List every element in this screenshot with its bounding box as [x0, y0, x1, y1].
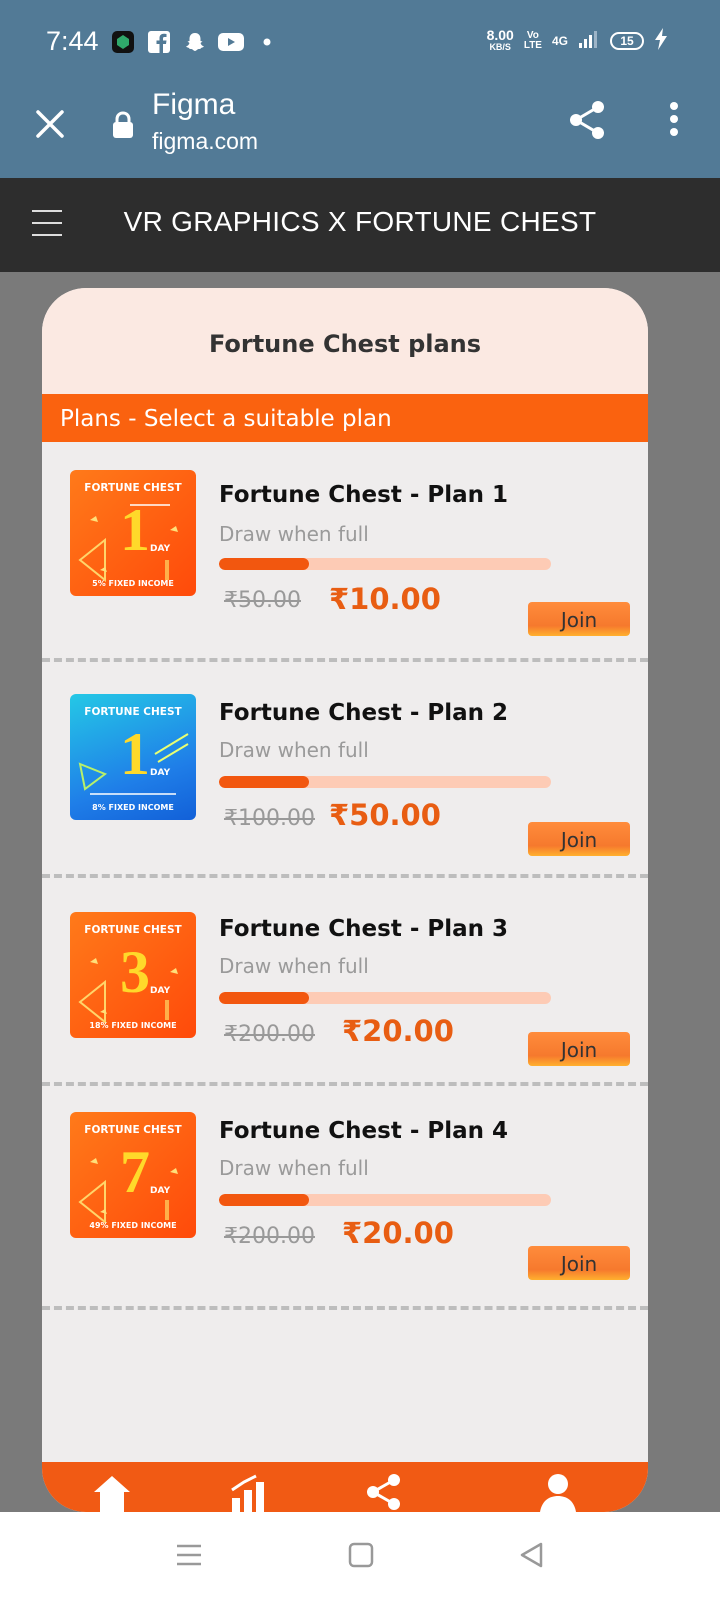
- plans-banner: Plans - Select a suitable plan: [42, 394, 648, 442]
- more-options-icon[interactable]: [660, 98, 688, 142]
- notification-icons: [110, 30, 280, 54]
- plan-progress-bar: [219, 558, 551, 570]
- plan-thumbnail: FORTUNE CHEST 1 DAY 5% FIXED INCOME: [70, 470, 196, 596]
- plan-old-price: ₹200.00: [224, 1022, 315, 1047]
- plan-new-price: ₹20.00: [342, 1014, 454, 1048]
- plan-subtitle: Draw when full: [219, 522, 369, 546]
- system-nav-bar: [0, 1512, 720, 1600]
- plan-name: Fortune Chest - Plan 4: [219, 1118, 509, 1144]
- app-icon: [110, 30, 136, 54]
- charging-icon: [654, 28, 668, 53]
- lock-icon: [110, 110, 136, 140]
- join-button[interactable]: Join: [528, 1246, 630, 1280]
- plan-item[interactable]: FORTUNE CHEST 1 DAY 8% FIXED INCOME Fort…: [42, 662, 648, 878]
- plan-name: Fortune Chest - Plan 1: [219, 482, 509, 508]
- profile-icon[interactable]: [538, 1472, 578, 1512]
- plan-thumbnail: FORTUNE CHEST 3 DAY 18% FIXED INCOME: [70, 912, 196, 1038]
- plan-old-price: ₹100.00: [224, 806, 315, 831]
- plan-progress-bar: [219, 992, 551, 1004]
- facebook-icon: [146, 30, 172, 54]
- plans-card: Fortune Chest plans Plans - Select a sui…: [42, 288, 648, 1512]
- plan-new-price: ₹10.00: [329, 582, 441, 616]
- plan-item[interactable]: FORTUNE CHEST 1 DAY 5% FIXED INCOME Fort…: [42, 442, 648, 662]
- plan-name: Fortune Chest - Plan 2: [219, 700, 509, 726]
- join-button[interactable]: Join: [528, 602, 630, 636]
- plan-subtitle: Draw when full: [219, 954, 369, 978]
- site-url: figma.com: [152, 128, 259, 154]
- network-label: 4G: [551, 33, 568, 48]
- volte-icon: Vo LTE: [523, 29, 542, 51]
- plan-thumbnail: FORTUNE CHEST 1 DAY 8% FIXED INCOME: [70, 694, 196, 820]
- plan-subtitle: Draw when full: [219, 1156, 369, 1180]
- dot-icon: [254, 30, 280, 54]
- join-button[interactable]: Join: [528, 822, 630, 856]
- plan-item[interactable]: FORTUNE CHEST 7 DAY 49% FIXED INCOME For…: [42, 1086, 648, 1310]
- card-header: Fortune Chest plans: [42, 288, 648, 394]
- status-bar: 7:44 8.00 KB/S Vo LTE 4G 15: [0, 0, 720, 84]
- plan-new-price: ₹50.00: [329, 798, 441, 832]
- snapchat-icon: [182, 30, 208, 54]
- card-title: Fortune Chest plans: [208, 330, 482, 358]
- plan-new-price: ₹20.00: [342, 1216, 454, 1250]
- app-title: VR GRAPHICS X FORTUNE CHEST: [123, 206, 597, 237]
- app-header: VR GRAPHICS X FORTUNE CHEST: [0, 178, 720, 272]
- home-button-icon[interactable]: [346, 1540, 376, 1570]
- plan-progress-bar: [219, 776, 551, 788]
- recents-icon[interactable]: [174, 1540, 204, 1570]
- share-icon[interactable]: [566, 98, 610, 142]
- youtube-icon: [218, 30, 244, 54]
- signal-icon: [578, 29, 600, 52]
- home-icon[interactable]: [92, 1472, 132, 1512]
- battery-icon: 15: [610, 31, 644, 50]
- site-name: Figma: [152, 88, 236, 121]
- stats-icon[interactable]: [228, 1472, 268, 1512]
- net-speed: 8.00 KB/S: [486, 26, 514, 52]
- plan-old-price: ₹50.00: [224, 588, 301, 613]
- plan-item[interactable]: FORTUNE CHEST 3 DAY 18% FIXED INCOME For…: [42, 878, 648, 1086]
- bottom-nav: [42, 1462, 648, 1512]
- divider: [42, 1306, 648, 1310]
- plan-old-price: ₹200.00: [224, 1224, 315, 1249]
- share-icon[interactable]: [364, 1472, 404, 1512]
- join-button[interactable]: Join: [528, 1032, 630, 1066]
- plan-thumbnail: FORTUNE CHEST 7 DAY 49% FIXED INCOME: [70, 1112, 196, 1238]
- plan-progress-bar: [219, 1194, 551, 1206]
- status-time: 7:44: [46, 26, 99, 56]
- plan-subtitle: Draw when full: [219, 738, 369, 762]
- plan-name: Fortune Chest - Plan 3: [219, 916, 509, 942]
- close-icon[interactable]: [30, 104, 70, 144]
- back-icon[interactable]: [516, 1540, 546, 1570]
- status-right: 8.00 KB/S Vo LTE 4G 15: [487, 28, 668, 53]
- browser-bar: Figma figma.com: [0, 84, 720, 178]
